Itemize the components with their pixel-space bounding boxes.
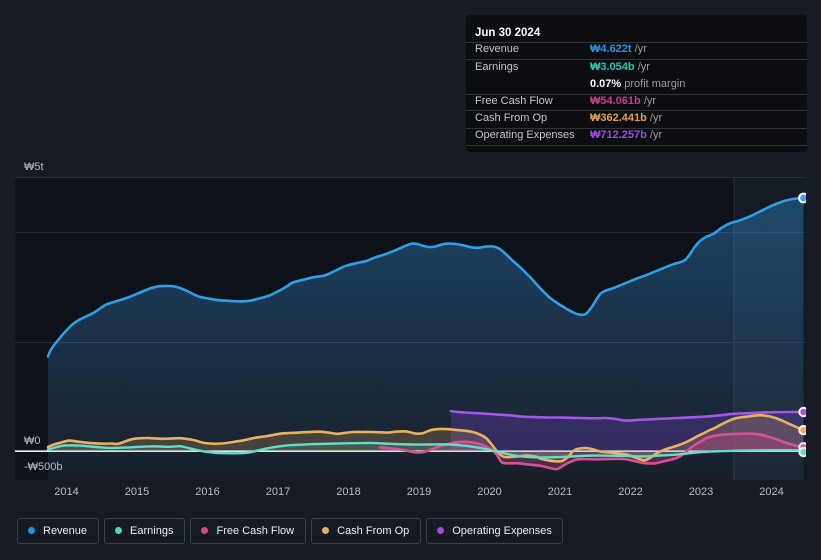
svg-text:2016: 2016 (195, 486, 219, 498)
svg-text:-₩500b: -₩500b (24, 461, 63, 473)
svg-text:2022: 2022 (618, 486, 642, 498)
svg-text:2019: 2019 (407, 486, 431, 498)
svg-text:2024: 2024 (759, 486, 783, 498)
svg-text:₩5t: ₩5t (24, 161, 44, 173)
svg-text:2018: 2018 (336, 486, 360, 498)
svg-text:2014: 2014 (54, 486, 78, 498)
svg-text:₩0: ₩0 (24, 435, 41, 447)
svg-text:2021: 2021 (548, 486, 572, 498)
svg-text:2023: 2023 (689, 486, 713, 498)
svg-text:2015: 2015 (125, 486, 149, 498)
svg-text:2020: 2020 (477, 486, 501, 498)
svg-text:2017: 2017 (266, 486, 290, 498)
